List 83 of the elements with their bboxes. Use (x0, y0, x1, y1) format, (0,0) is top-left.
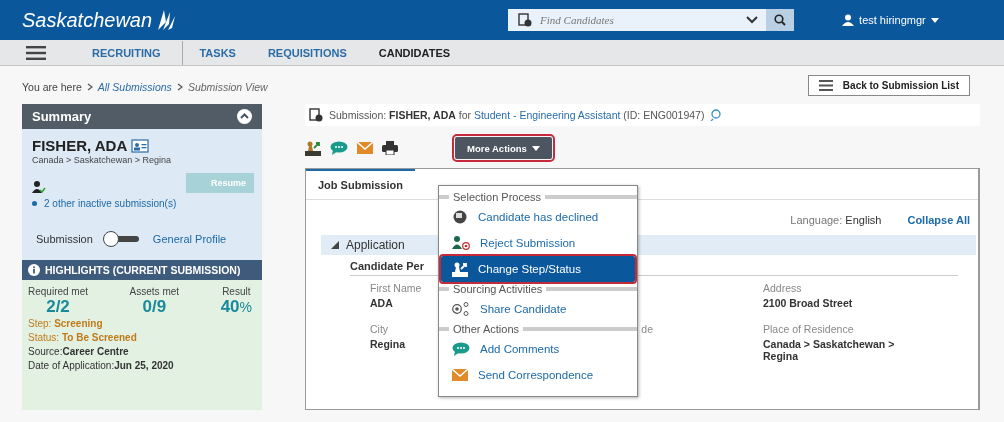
toggle-switch[interactable] (102, 231, 139, 247)
detail-line: Status: To Be Screened (28, 331, 138, 345)
highlights-title: HIGHLIGHTS (CURRENT SUBMISSION) (45, 264, 241, 276)
menu-item[interactable]: Share Candidate (441, 296, 635, 322)
candidate-location: Canada > Saskatchewan > Regina (32, 155, 173, 165)
collapse-all-link[interactable]: Collapse All (907, 214, 970, 226)
comment-icon[interactable] (330, 141, 348, 155)
stat-label: Assets met (129, 286, 180, 297)
speech-bubble-icon (452, 209, 468, 225)
chevron-right-icon (176, 83, 183, 91)
breadcrumb-label: You are here (22, 81, 82, 93)
field-label: Address (763, 282, 802, 294)
menu-section-label: Other Actions (453, 323, 520, 335)
logo[interactable]: Saskatchewan (22, 8, 153, 32)
collapse-icon[interactable] (237, 109, 252, 124)
search-field[interactable]: Find Candidates (538, 13, 741, 27)
search-icon (774, 14, 787, 26)
document-icon (518, 13, 533, 27)
menu-item[interactable]: Change Step/Status (441, 256, 635, 282)
print-icon[interactable] (382, 141, 398, 155)
share-icon (452, 302, 470, 316)
menu-section-label: Sourcing Activities (453, 283, 543, 295)
user-check-icon (32, 181, 46, 193)
breadcrumb-link[interactable]: Submission View (187, 81, 268, 93)
info-icon (28, 264, 40, 276)
nav-tab[interactable]: RECRUITING (76, 40, 184, 65)
step-icon (452, 261, 468, 277)
field-label: de (641, 323, 653, 335)
user-reject-icon (452, 236, 470, 250)
search-button[interactable] (766, 9, 795, 31)
field-label: Place of Residence (763, 323, 854, 335)
nav-tab[interactable]: REQUISITIONS (251, 40, 363, 65)
toggle-label: General Profile (152, 233, 227, 245)
nav-tab[interactable]: TASKS (183, 40, 252, 65)
stat-label: Required met (28, 286, 89, 297)
detail-line: Source:Career Centre (28, 345, 130, 359)
bullet-icon (32, 201, 37, 206)
toggle-label: Submission (36, 233, 93, 245)
stat-value: 40% (220, 297, 252, 317)
magnifier-icon[interactable] (710, 109, 723, 121)
list-icon (818, 79, 833, 91)
job-link[interactable]: Student - Engineering Assistant (473, 109, 621, 121)
stat-value: 2/2 (46, 297, 70, 317)
other-submissions-link[interactable]: 2 other inactive submission(s) (44, 198, 177, 209)
user-menu[interactable]: test hiringmgr (859, 14, 926, 26)
menu-item[interactable]: Candidate has declined (441, 204, 635, 230)
document-icon (309, 108, 323, 122)
menu-item[interactable]: Send Correspondence (441, 362, 635, 388)
field-value: ADA (370, 297, 393, 309)
submission-title: Submission: FISHER, ADA for Student - Engineering Assistant (ID: ENG001947) (329, 109, 705, 121)
user-icon (842, 14, 855, 26)
menu-icon[interactable] (26, 45, 46, 60)
step-icon[interactable] (305, 140, 321, 156)
nav-tab[interactable]: CANDIDATES (362, 40, 467, 65)
chevron-right-icon (86, 83, 93, 91)
caret-icon (531, 145, 540, 151)
caret-icon[interactable] (930, 17, 939, 23)
field-value: Regina (370, 338, 405, 350)
back-button[interactable]: Back to Submission List (807, 74, 970, 96)
more-actions-button[interactable]: More Actions (455, 137, 552, 159)
field-label: City (370, 323, 389, 335)
detail-line: Step: Screening (28, 317, 104, 331)
tab[interactable]: Job Submission (306, 169, 415, 199)
mail-icon (452, 369, 468, 381)
id-card-icon[interactable] (131, 138, 150, 153)
detail-line: Date of Application:Jun 25, 2020 (28, 359, 175, 373)
menu-item[interactable]: Add Comments (441, 336, 635, 362)
subsection-title: Candidate Per (350, 260, 424, 272)
field-label: First Name (370, 282, 422, 294)
comment-icon (452, 342, 470, 356)
menu-section-label: Selection Process (453, 191, 542, 203)
mail-icon[interactable] (357, 142, 373, 154)
summary-title: Summary (32, 109, 92, 124)
chevron-down-icon[interactable] (746, 16, 759, 24)
breadcrumb-link[interactable]: All Submissions (97, 81, 172, 93)
language-label: Language: English (790, 214, 882, 226)
section-title: Application (346, 238, 405, 252)
search-bar[interactable]: Find Candidates (508, 9, 767, 31)
field-value: 2100 Broad Street (763, 297, 853, 309)
field-value: Canada > Saskatchewan > Regina (763, 338, 896, 362)
stat-label: Result (222, 286, 251, 297)
candidate-name: FISHER, ADA (32, 137, 128, 154)
stat-value: 0/9 (142, 297, 167, 317)
